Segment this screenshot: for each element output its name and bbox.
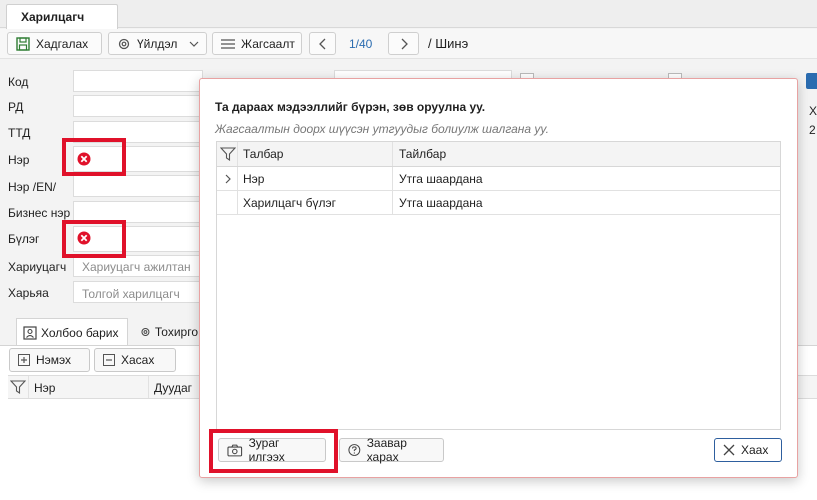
- column-field[interactable]: Талбар: [243, 147, 283, 161]
- tab-customer[interactable]: Харилцагч: [6, 4, 118, 29]
- tab-contacts-label: Холбоо барих: [41, 325, 119, 340]
- list-icon: [221, 38, 235, 49]
- error-highlight-box: [62, 138, 126, 176]
- rd-label: РД: [8, 100, 24, 114]
- chevron-left-icon: [318, 38, 325, 49]
- previous-button[interactable]: [309, 32, 336, 55]
- code-field[interactable]: [73, 70, 203, 92]
- page-indicator[interactable]: 1/40: [349, 37, 372, 51]
- validation-grid-header: Талбар Тайлбар: [217, 142, 780, 167]
- filter-icon[interactable]: [220, 147, 236, 161]
- name-en-label: Нэр /EN/: [8, 180, 57, 194]
- right-partial-text: Х: [809, 104, 817, 118]
- row-description: Утга шаардана: [399, 172, 483, 186]
- name-label: Нэр: [8, 153, 30, 167]
- remove-button[interactable]: Хасах: [94, 348, 176, 372]
- name-en-field[interactable]: [73, 175, 203, 197]
- highlight-box: [209, 429, 338, 473]
- document-tab-bar: Харилцагч: [0, 0, 817, 29]
- save-button[interactable]: Хадгалах: [7, 32, 102, 55]
- column-phone[interactable]: Дуудаг: [154, 381, 192, 395]
- owner-placeholder: Хариуцагч ажилтан: [82, 260, 191, 274]
- row-description: Утга шаардана: [399, 196, 483, 210]
- table-row[interactable]: Нэр Утга шаардана: [217, 167, 780, 191]
- rd-field[interactable]: [73, 95, 203, 117]
- column-description[interactable]: Тайлбар: [399, 147, 446, 161]
- parent-label: Харьяа: [8, 286, 49, 300]
- parent-placeholder: Толгой харилцагч: [82, 287, 180, 301]
- view-help-button[interactable]: Заавар харах: [339, 436, 444, 464]
- filter-icon[interactable]: [10, 380, 26, 394]
- chevron-right-icon: [401, 38, 408, 49]
- save-icon: [16, 36, 30, 51]
- add-label: Нэмэх: [36, 353, 72, 367]
- toolbar: Хадгалах Үйлдэл Жагсаалт 1/40 / Шинэ: [0, 29, 817, 59]
- next-button[interactable]: [388, 32, 419, 55]
- chevron-down-icon: [189, 41, 199, 47]
- right-partial-value: 2: [809, 123, 816, 137]
- row-field: Харилцагч бүлэг: [243, 196, 336, 210]
- actions-dropdown[interactable]: Үйлдэл: [108, 32, 207, 55]
- row-field: Нэр: [243, 172, 265, 186]
- error-highlight-box: [62, 220, 126, 258]
- chevron-right-icon: [225, 174, 231, 184]
- validation-grid: Талбар Тайлбар Нэр Утга шаардана Харилца…: [216, 141, 781, 430]
- table-row[interactable]: Харилцагч бүлэг Утга шаардана: [217, 191, 780, 215]
- checked-checkbox: [806, 73, 817, 89]
- help-icon: [348, 444, 361, 456]
- ttd-label: ТТД: [8, 126, 31, 140]
- close-icon: [723, 444, 735, 456]
- dialog-subtitle: Жагсаалтын доорх шүүсэн утгуудыг болиулж…: [215, 122, 549, 136]
- business-name-label: Бизнес нэр: [8, 206, 71, 220]
- gear-icon: [141, 327, 150, 337]
- plus-icon: [18, 354, 30, 366]
- dialog-title: Та дараах мэдээллийг бүрэн, зөв оруулна …: [215, 100, 486, 114]
- close-label: Хаах: [741, 443, 769, 457]
- column-name[interactable]: Нэр: [34, 381, 55, 395]
- contact-card-icon: [23, 325, 37, 340]
- owner-label: Хариуцагч: [8, 260, 67, 274]
- record-mode: / Шинэ: [428, 36, 469, 51]
- view-help-label: Заавар харах: [366, 436, 407, 464]
- add-button[interactable]: Нэмэх: [9, 348, 90, 372]
- gear-icon: [118, 38, 130, 49]
- tab-settings-label: Тохирго: [154, 325, 198, 339]
- save-label: Хадгалах: [36, 36, 89, 51]
- actions-label: Үйлдэл: [137, 36, 178, 51]
- close-button[interactable]: Хаах: [714, 438, 782, 462]
- code-label: Код: [8, 75, 29, 89]
- list-button[interactable]: Жагсаалт: [212, 32, 302, 55]
- list-label: Жагсаалт: [241, 36, 295, 51]
- tab-settings[interactable]: Тохирго: [134, 318, 204, 346]
- minus-icon: [103, 354, 115, 366]
- group-label: Бүлэг: [8, 232, 40, 246]
- tab-contacts[interactable]: Холбоо барих: [16, 318, 128, 346]
- remove-label: Хасах: [121, 353, 155, 367]
